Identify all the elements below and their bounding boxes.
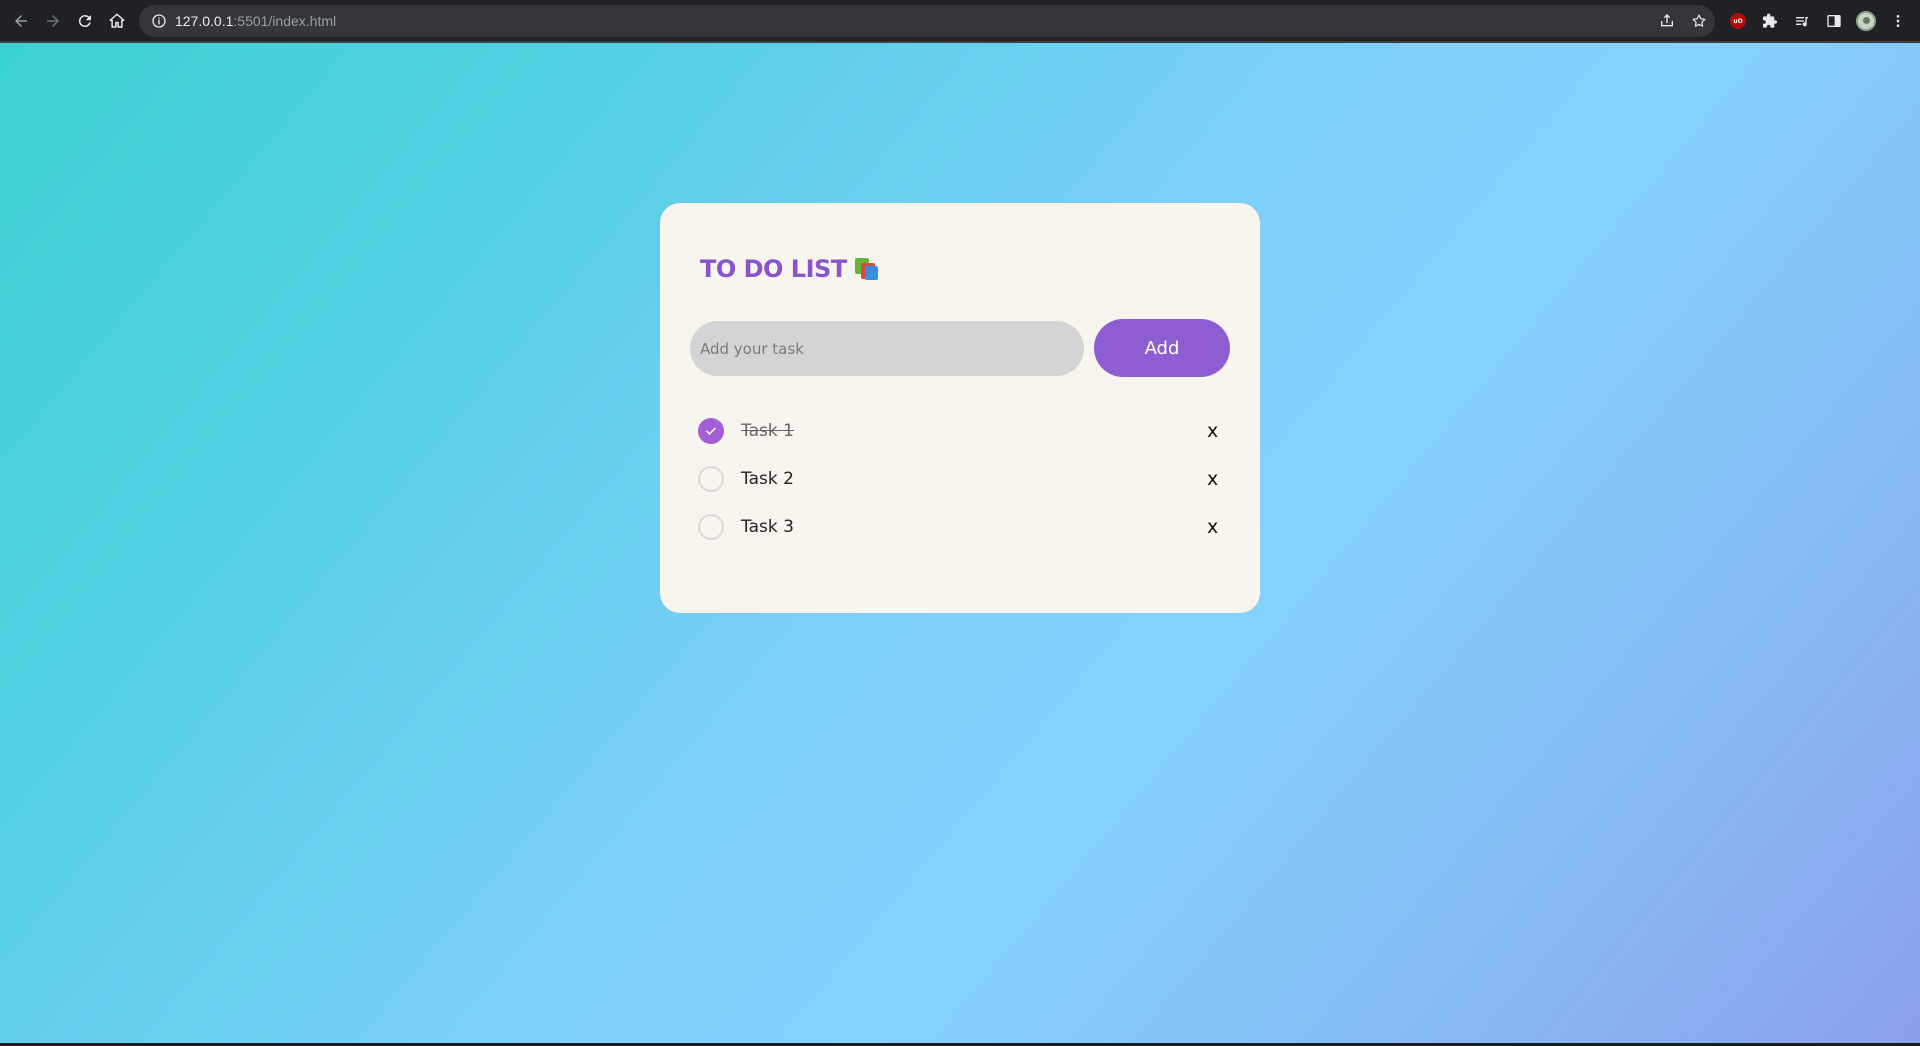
avatar [1856,11,1876,31]
side-panel-icon [1827,15,1841,27]
task-label[interactable]: Task 2 [741,469,794,489]
task-item[interactable]: Task 2 x [698,455,1238,503]
task-list: Task 1 x Task 2 x Task 3 x [698,407,1238,551]
delete-task-button[interactable]: x [1207,515,1218,539]
task-label[interactable]: Task 1 [741,421,794,441]
extensions-button[interactable] [1754,5,1786,37]
url-host: 127.0.0.1 [175,13,234,29]
task-checkbox-checked[interactable] [698,418,724,444]
page-background: TO DO LIST Add Task 1 x Task 2 x [0,43,1920,1043]
task-checkbox[interactable] [698,514,724,540]
reload-icon [78,15,91,28]
forward-button[interactable] [37,5,69,37]
ublock-extension-button[interactable]: uO [1722,5,1754,37]
star-icon [1692,14,1706,27]
kebab-menu-icon [1896,15,1900,27]
home-button[interactable] [101,5,133,37]
extensions-toolbar: uO [1722,5,1914,37]
share-button[interactable] [1651,5,1683,37]
app-title: TO DO LIST [700,255,881,283]
url-path: :5501/index.html [233,13,337,29]
puzzle-icon [1763,13,1777,28]
stacked-books-icon [854,257,881,281]
url-text[interactable]: 127.0.0.1:5501/index.html [175,5,336,37]
todo-app: TO DO LIST Add Task 1 x Task 2 x [660,203,1260,613]
address-bar[interactable]: 127.0.0.1:5501/index.html [139,5,1715,37]
delete-task-button[interactable]: x [1207,467,1218,491]
back-button[interactable] [5,5,37,37]
ublock-icon: uO [1730,13,1746,29]
add-task-row: Add [690,319,1230,377]
home-icon [109,13,125,28]
browser-toolbar: 127.0.0.1:5501/index.html uO [0,0,1920,41]
playlist-icon [1796,17,1808,27]
side-panel-button[interactable] [1818,5,1850,37]
task-input[interactable] [690,321,1084,376]
menu-button[interactable] [1882,5,1914,37]
reload-button[interactable] [69,5,101,37]
address-bar-actions [1651,5,1715,37]
task-item[interactable]: Task 3 x [698,503,1238,551]
bookmark-button[interactable] [1683,5,1715,37]
add-button[interactable]: Add [1094,319,1230,377]
task-item[interactable]: Task 1 x [698,407,1238,455]
delete-task-button[interactable]: x [1207,419,1218,443]
task-label[interactable]: Task 3 [741,517,794,537]
task-checkbox[interactable] [698,466,724,492]
app-title-text: TO DO LIST [700,255,847,283]
share-icon [1661,14,1673,27]
profile-button[interactable] [1850,5,1882,37]
arrow-right-icon [47,15,59,27]
checkmark-icon [706,427,716,435]
info-icon[interactable] [151,13,167,29]
arrow-left-icon [15,15,27,27]
media-control-button[interactable] [1786,5,1818,37]
